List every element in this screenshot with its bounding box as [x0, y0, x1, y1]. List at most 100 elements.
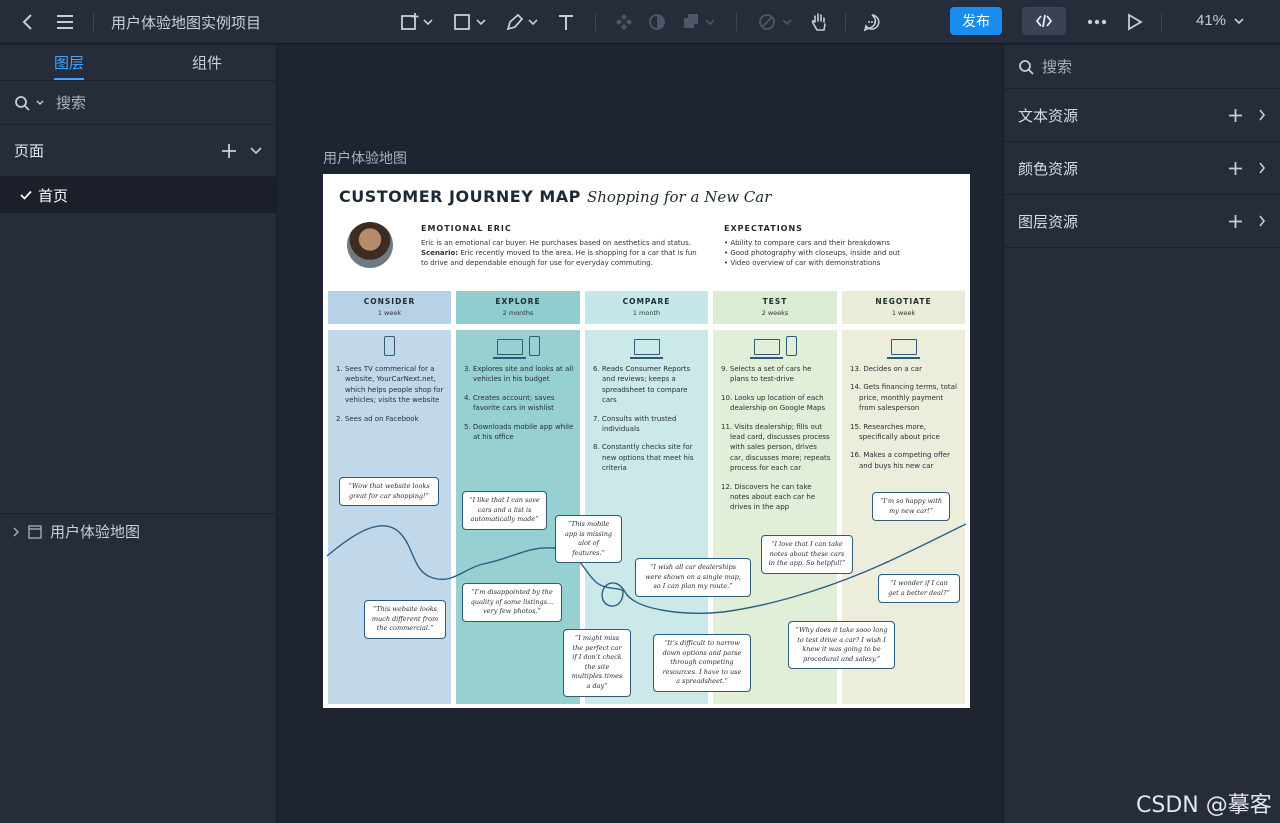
device-icons: [585, 336, 708, 359]
zoom-dropdown[interactable]: 41%: [1196, 12, 1244, 29]
tab-components[interactable]: 组件: [138, 45, 276, 80]
device-icons: [713, 336, 837, 359]
quote-bubble: “I’m disappointed by the quality of some…: [462, 583, 562, 622]
persona-avatar: [347, 222, 393, 268]
chevron-right-icon[interactable]: [1258, 109, 1266, 121]
scenario-text: Eric recently moved to the area. He is s…: [421, 249, 697, 267]
device-icons: [456, 336, 580, 359]
stage-duration: 2 weeks: [761, 309, 789, 317]
chevron-down-icon[interactable]: [250, 146, 262, 155]
comment-icon[interactable]: [862, 11, 882, 33]
pages-header: 页面: [0, 125, 276, 177]
pages-title: 页面: [14, 143, 45, 160]
code-view-button[interactable]: [1022, 7, 1066, 35]
hand-tool-icon[interactable]: [809, 11, 829, 33]
quote-bubble: “This website looks much different from …: [364, 600, 446, 639]
section-label: 图层资源: [1018, 213, 1079, 231]
rectangle-tool-icon[interactable]: [453, 11, 487, 33]
expectation-item: • Video overview of car with demonstrati…: [724, 259, 881, 267]
chevron-right-icon[interactable]: [1258, 162, 1266, 174]
step-item: 15. Researches more, specifically about …: [850, 422, 940, 442]
layer-item-journey-map[interactable]: 用户体验地图: [12, 521, 140, 542]
back-icon[interactable]: [18, 12, 36, 32]
map-title: CUSTOMER JOURNEY MAP: [339, 187, 581, 206]
right-panel: 搜索 文本资源 颜色资源 图层资源: [1003, 45, 1280, 823]
step-item: 3. Explores site and looks at all vehicl…: [464, 365, 574, 384]
expectations-title: EXPECTATIONS: [724, 224, 803, 233]
layer-assets-section[interactable]: 图层资源: [1004, 195, 1280, 248]
scenario-label: Scenario:: [421, 249, 459, 257]
disable-icon[interactable]: [757, 11, 793, 33]
page-item-label: 首页: [38, 187, 69, 205]
play-icon[interactable]: [1125, 11, 1145, 33]
add-icon[interactable]: [1229, 214, 1242, 228]
chevron-down-icon: [1234, 17, 1244, 24]
asset-search[interactable]: 搜索: [1004, 45, 1280, 89]
stage-header-consider: CONSIDER 1 week: [328, 291, 451, 324]
zoom-value: 41%: [1196, 12, 1227, 29]
phone-icon: [785, 336, 797, 356]
boolean-group-icon[interactable]: [682, 11, 716, 33]
step-item: 12. Discovers he can take notes about ea…: [721, 482, 816, 512]
search-placeholder: 搜索: [1042, 59, 1073, 76]
persona-desc: Eric is an emotional car buyer. He purch…: [421, 239, 691, 247]
step-list: 9. Selects a set of cars he plans to tes…: [721, 364, 831, 521]
add-icon[interactable]: [1229, 161, 1242, 175]
tab-label: 组件: [191, 55, 222, 72]
device-icons: [842, 336, 965, 359]
layer-item-label: 用户体验地图: [50, 524, 141, 541]
stage-name: EXPLORE: [495, 297, 541, 306]
search-icon: [15, 95, 30, 111]
step-item: 13. Decides on a car: [850, 365, 922, 373]
add-page-icon[interactable]: [222, 143, 236, 158]
stage-name: CONSIDER: [363, 297, 416, 306]
panel-tabs: 图层 组件: [0, 45, 276, 81]
divider: [1161, 13, 1162, 31]
stage-header-compare: COMPARE 1 month: [585, 291, 708, 324]
step-list: 3. Explores site and looks at all vehicl…: [464, 364, 574, 450]
persona-description: Eric is an emotional car buyer. He purch…: [421, 238, 701, 268]
more-icon[interactable]: [1086, 12, 1108, 32]
quote-bubble: “Wow that website looks great for car sh…: [339, 477, 439, 507]
add-icon[interactable]: [1229, 108, 1242, 122]
pen-tool-icon[interactable]: [505, 11, 539, 33]
check-icon: [20, 190, 32, 200]
step-item: 1. Sees TV commerical for a website, You…: [336, 365, 444, 405]
quote-bubble: “Why does it take sooo long to test driv…: [788, 621, 895, 670]
text-assets-section[interactable]: 文本资源: [1004, 89, 1280, 142]
section-label: 颜色资源: [1018, 160, 1079, 178]
tab-layers[interactable]: 图层: [0, 45, 138, 80]
chevron-right-icon[interactable]: [1258, 215, 1266, 227]
search-icon: [1019, 59, 1034, 75]
device-icons: [328, 336, 451, 356]
publish-button[interactable]: 发布: [950, 7, 1002, 35]
artboard-icon: [28, 524, 42, 539]
frame-tool-icon[interactable]: [400, 11, 434, 33]
journey-map-artboard[interactable]: CUSTOMER JOURNEY MAP Shopping for a New …: [323, 174, 970, 708]
step-list: 13. Decides on a car 14. Gets financing …: [850, 364, 959, 479]
color-assets-section[interactable]: 颜色资源: [1004, 142, 1280, 195]
expectation-item: • Ability to compare cars and their brea…: [724, 239, 890, 247]
component-icon[interactable]: [614, 11, 634, 33]
step-item: 6. Reads Consumer Reports and reviews; k…: [593, 365, 691, 405]
project-title[interactable]: 用户体验地图实例项目: [111, 12, 261, 33]
journey-map-title: CUSTOMER JOURNEY MAP Shopping for a New …: [339, 187, 771, 206]
step-item: 10. Looks up location of each dealership…: [721, 393, 826, 413]
step-item: 7. Consults with trusted individuals: [593, 414, 677, 434]
mask-icon[interactable]: [647, 11, 667, 33]
chevron-right-icon[interactable]: [12, 527, 20, 537]
laptop-icon: [749, 339, 783, 359]
divider: [0, 513, 277, 514]
layer-search[interactable]: 搜索: [0, 81, 276, 125]
quote-bubble: “I wish all car dealerships were shown o…: [635, 558, 751, 597]
quote-bubble: “I might miss the perfect car if I don’t…: [563, 629, 631, 697]
quote-bubble: “It’s difficult to narrow down options a…: [653, 634, 751, 692]
phone-icon: [528, 336, 540, 356]
page-item-home[interactable]: 首页: [0, 177, 276, 213]
artboard-label[interactable]: 用户体验地图: [323, 148, 407, 168]
text-tool-icon[interactable]: [556, 11, 576, 33]
code-icon: [1035, 14, 1053, 28]
menu-icon[interactable]: [55, 12, 75, 32]
stage-duration: 1 week: [891, 309, 916, 317]
step-item: 4. Creates account; saves favorite cars …: [464, 393, 555, 413]
